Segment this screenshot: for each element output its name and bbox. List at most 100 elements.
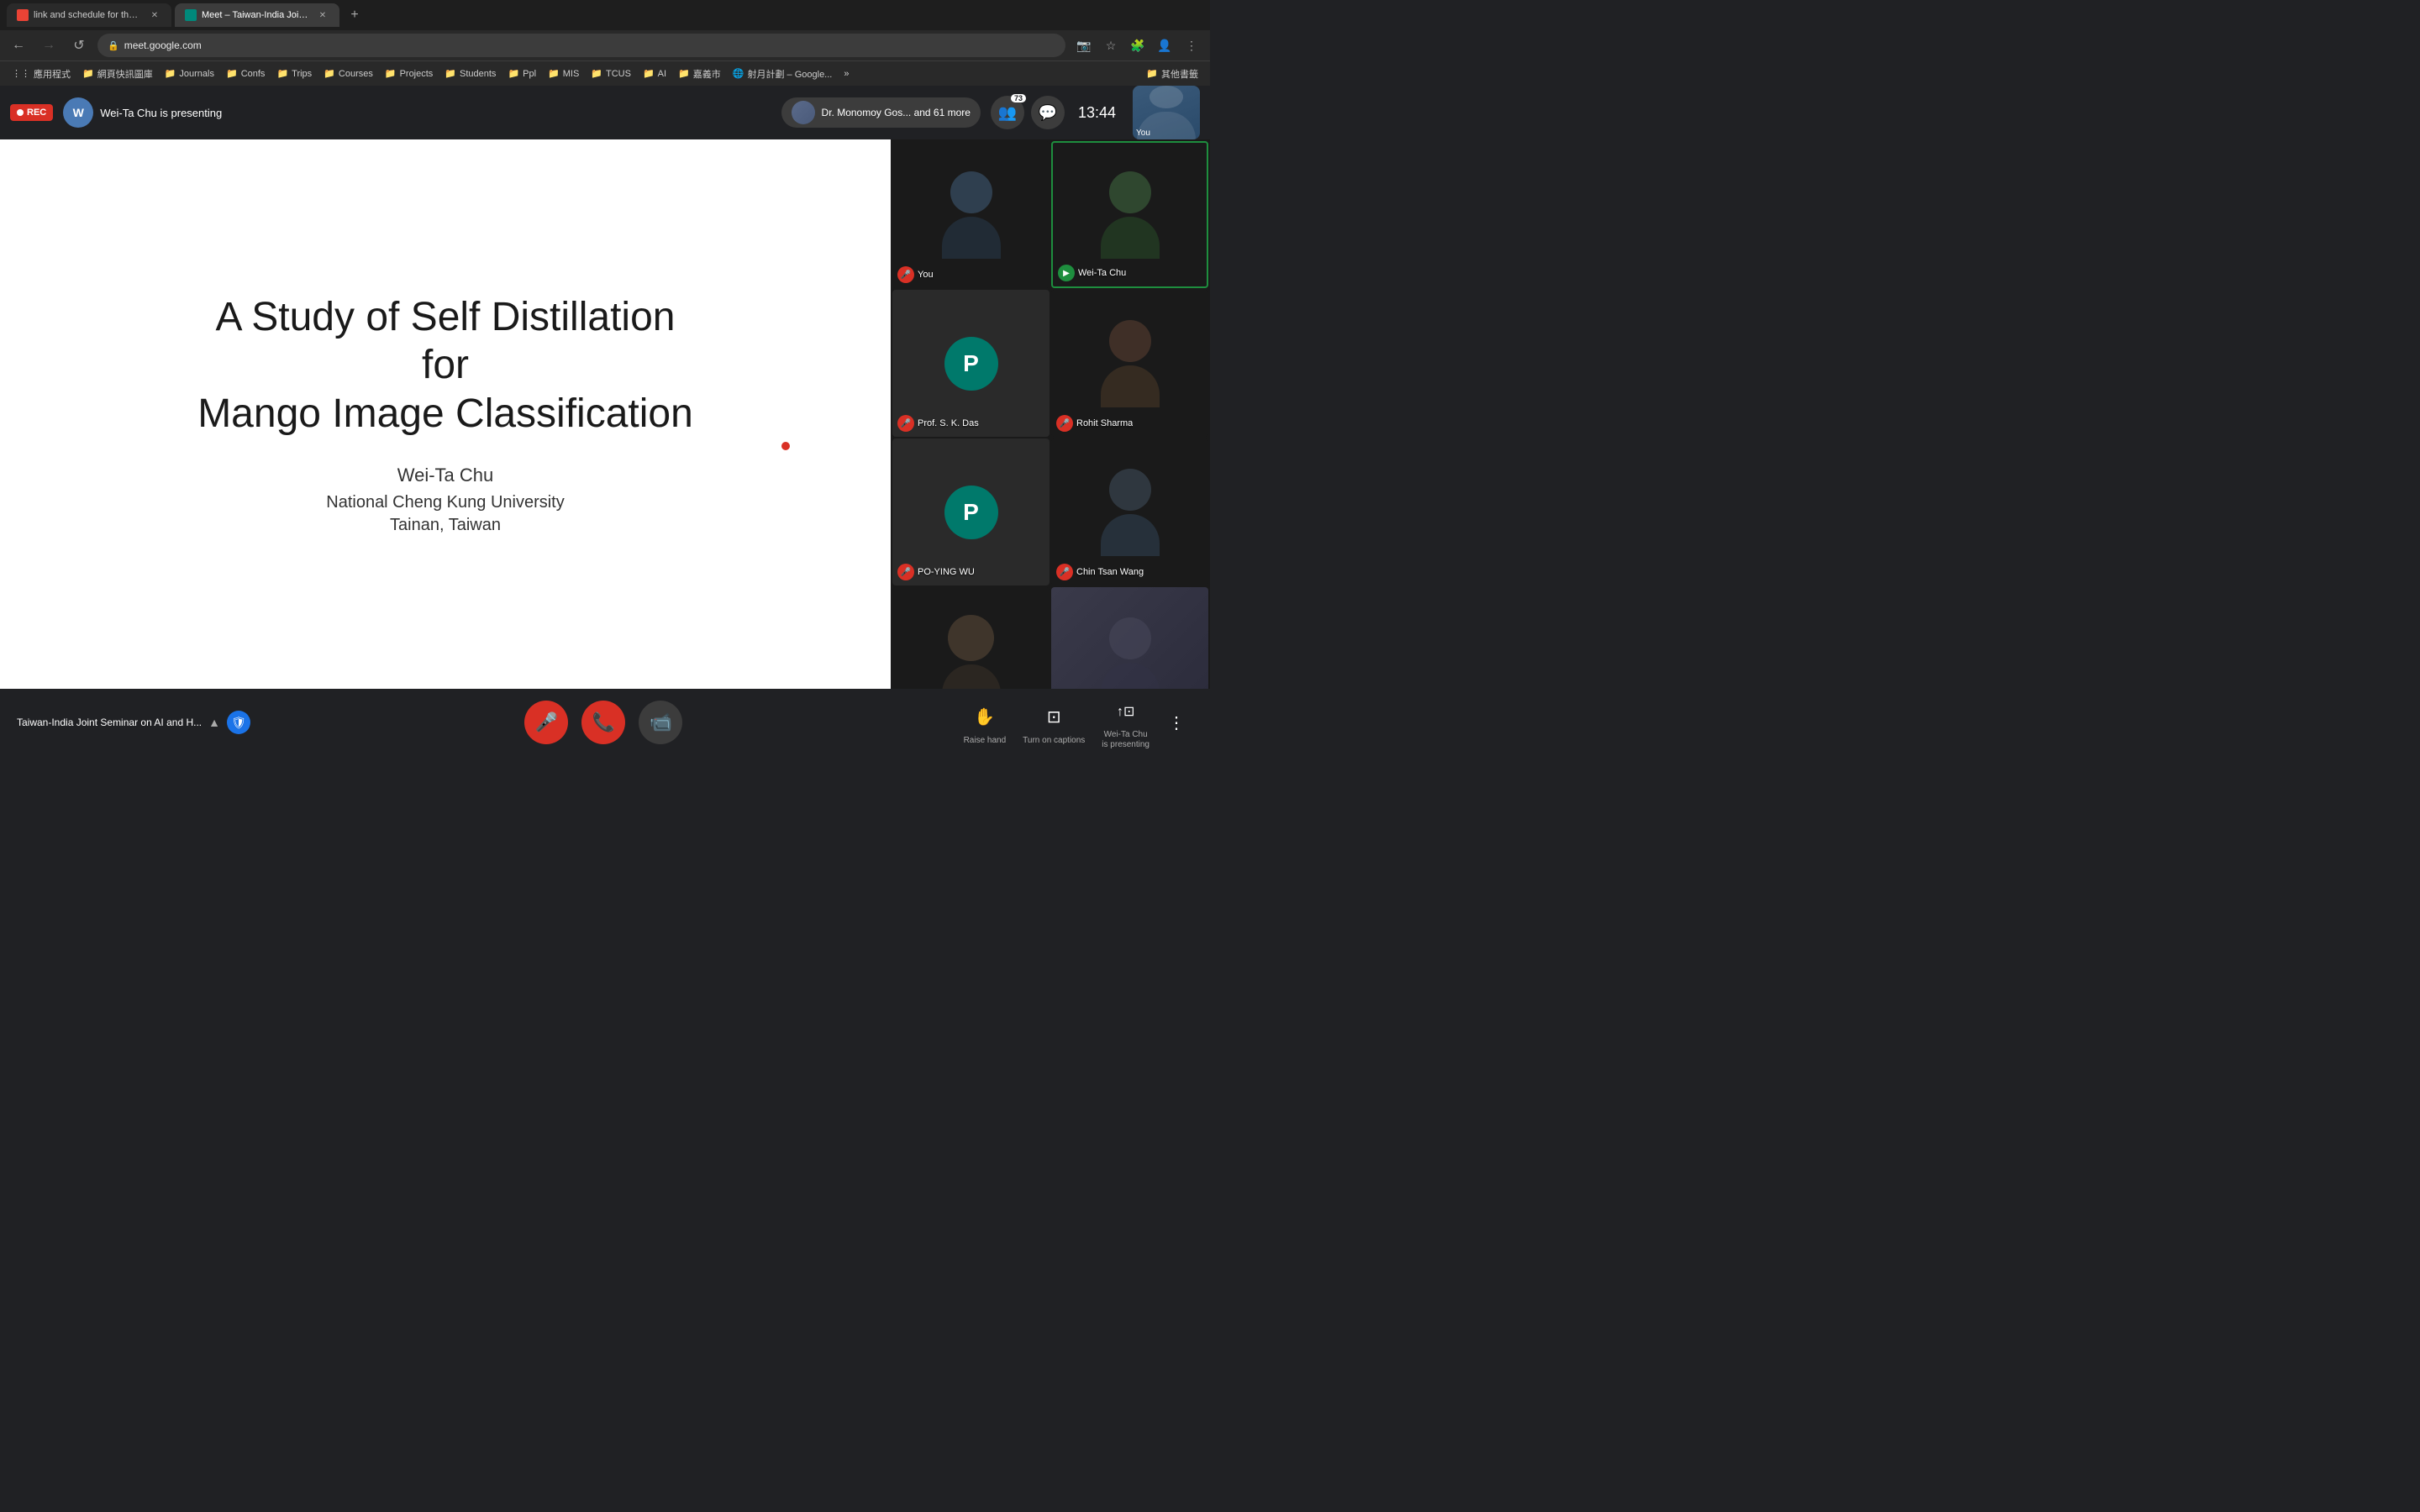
presenter-info: W Wei-Ta Chu is presenting [63,97,222,128]
presenting-control[interactable]: ↑⊡ Wei-Ta Chuis presenting [1095,695,1156,750]
slide-content: A Study of Self DistillationforMango Ima… [164,260,727,570]
raise-hand-control[interactable]: ✋ Raise hand [957,701,1013,745]
back-button[interactable]: ← [7,34,30,57]
mute-button[interactable]: 🎤 [524,701,568,744]
folder-icon: 📁 [508,68,519,79]
bookmark-students[interactable]: 📁 Students [439,65,501,83]
laser-pointer-dot [781,442,790,450]
po-ying-name-bar: 🎤 PO-YING WU [897,564,1044,580]
tab-meet[interactable]: Meet – Taiwan-India Joint... ✕ [175,3,339,27]
head [1109,469,1151,511]
camera-icon[interactable]: 📷 [1072,34,1096,57]
folder-icon: 📁 [678,68,690,79]
bookmark-trips[interactable]: 📁 Trips [271,65,317,83]
bookmark-ai[interactable]: 📁 AI [638,65,671,83]
expand-meeting-info-button[interactable]: ▲ [208,716,220,729]
rohit-name-bar: 🎤 Rohit Sharma [1056,415,1203,432]
bookmark-other[interactable]: 📁 其他書籤 [1141,65,1203,83]
bookmark-moon[interactable]: 🌐 射月計劃 – Google... [728,65,838,83]
gmail-favicon [17,9,29,21]
tab-meet-close[interactable]: ✕ [316,8,329,22]
participant-count-badge: 73 [1011,94,1026,102]
mis-label: MIS [563,69,580,79]
participant-tile-prof-das2: 🎤 Prof. S. K. Das [1051,587,1208,689]
more-options-icon[interactable]: ⋮ [1180,34,1203,57]
captions-icon: ⊡ [1037,701,1071,734]
tab-meet-label: Meet – Taiwan-India Joint... [202,10,311,20]
bookmark-mis[interactable]: 📁 MIS [543,65,584,83]
participant-tile-sivaji: 🎤 Sivaji Ch [892,587,1050,689]
prof-das-name: Prof. S. K. Das [918,418,979,428]
participant-row-4: 🎤 Sivaji Ch 🎤 Prof. S. K. Das [892,587,1208,689]
tab-gmail-close[interactable]: ✕ [148,8,161,22]
apps-label: 應用程式 [34,67,71,81]
bookmark-star-icon[interactable]: ☆ [1099,34,1123,57]
other-participants-panel[interactable]: Dr. Monomoy Gos... and 61 more [781,97,981,128]
folder-icon: 📁 [165,68,176,79]
bookmark-confs[interactable]: 📁 Confs [221,65,270,83]
body [1101,365,1160,407]
body [1101,217,1160,259]
meet-content: A Study of Self DistillationforMango Ima… [0,139,1210,689]
journals-label: Journals [179,69,214,79]
weita-audio-icon: ▶ [1058,265,1075,281]
camera-toggle-button[interactable]: 📹 [639,701,682,744]
projects-label: Projects [400,69,434,79]
prof-das-mute-icon: 🎤 [897,415,914,432]
news-label: 網頁快訊圖庫 [97,67,153,81]
head [948,615,994,661]
you-name-bar: 🎤 You [897,266,1044,283]
bookmark-tcus[interactable]: 📁 TCUS [586,65,636,83]
more-bookmarks-icon: » [844,69,849,79]
bookmark-news[interactable]: 📁 網頁快訊圖庫 [77,65,158,83]
prof-das-name-bar: 🎤 Prof. S. K. Das [897,415,1044,432]
rec-badge: REC [10,104,53,121]
bookmark-chiayi[interactable]: 📁 嘉義市 [673,65,726,83]
phone-hangup-icon: 📞 [592,711,615,733]
participants-button[interactable]: 👥 73 [991,96,1024,129]
ppl-label: Ppl [523,69,536,79]
forward-button[interactable]: → [37,34,60,57]
chat-button[interactable]: 💬 [1031,96,1065,129]
folder-icon: 📁 [591,68,602,79]
folder-icon: 📁 [643,68,655,79]
slide-title: A Study of Self DistillationforMango Ima… [197,293,693,438]
students-label: Students [460,69,496,79]
refresh-button[interactable]: ↺ [67,34,91,57]
weita-name: Wei-Ta Chu [1078,268,1126,278]
body [942,217,1001,259]
rec-label: REC [27,108,46,118]
tab-gmail[interactable]: link and schedule for the Taiwa... ✕ [7,3,171,27]
head [1109,320,1151,362]
bookmark-ppl[interactable]: 📁 Ppl [502,65,541,83]
slide-affiliation: National Cheng Kung University [197,493,693,512]
confs-label: Confs [241,69,266,79]
head [1109,171,1151,213]
rec-dot [17,109,24,116]
participant-row-3: P 🎤 PO-YING WU 🎤 Chin Tsan Wang [892,438,1208,585]
profile-icon[interactable]: 👤 [1153,34,1176,57]
you-name: You [918,270,934,280]
participant-tile-you: 🎤 You [892,141,1050,288]
url-bar[interactable]: 🔒 meet.google.com [97,34,1065,57]
bookmark-apps[interactable]: ⋮⋮ 應用程式 [7,65,76,83]
weita-name-bar: ▶ Wei-Ta Chu [1058,265,1202,281]
bottom-controls-center: 🎤 📞 📹 [250,701,957,744]
captions-control[interactable]: ⊡ Turn on captions [1016,701,1092,745]
extensions-puzzle-icon[interactable]: 🧩 [1126,34,1150,57]
bookmark-courses[interactable]: 📁 Courses [318,65,378,83]
address-bar: ← → ↺ 🔒 meet.google.com 📷 ☆ 🧩 👤 ⋮ [0,30,1210,60]
new-tab-button[interactable]: + [343,3,366,27]
bookmark-projects[interactable]: 📁 Projects [380,65,438,83]
bookmark-more[interactable]: » [839,65,854,83]
hang-up-button[interactable]: 📞 [581,701,625,744]
folder-icon: 📁 [385,68,397,79]
bookmark-journals[interactable]: 📁 Journals [160,65,219,83]
more-options-button[interactable]: ⋮ [1160,706,1193,739]
raise-hand-icon: ✋ [968,701,1002,734]
you-mute-icon: 🎤 [897,266,914,283]
participant-row-2: P 🎤 Prof. S. K. Das 🎤 Rohit Sha [892,290,1208,437]
chin-name: Chin Tsan Wang [1076,567,1144,577]
chat-icon: 💬 [1039,104,1057,122]
courses-label: Courses [339,69,373,79]
